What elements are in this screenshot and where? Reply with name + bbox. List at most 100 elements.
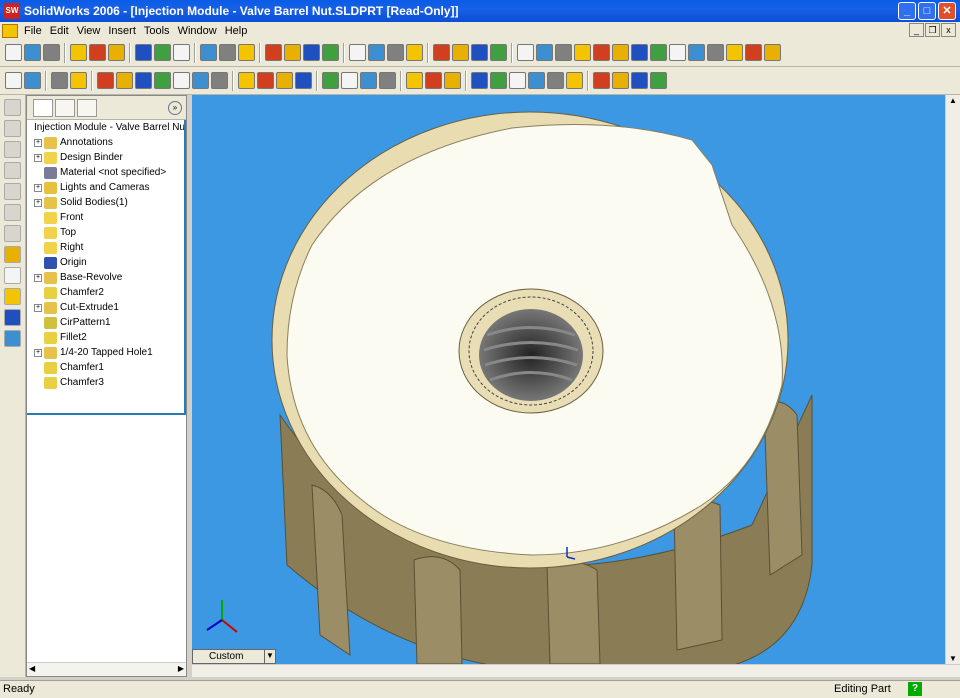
tree-item[interactable]: Front <box>27 210 186 225</box>
property-manager-tab-icon[interactable] <box>55 98 75 117</box>
sweep-icon[interactable] <box>51 72 68 89</box>
tool-icon[interactable] <box>433 44 450 61</box>
graphics-viewport[interactable] <box>192 95 945 664</box>
trim-icon[interactable] <box>4 330 21 347</box>
tool-icon[interactable] <box>650 72 667 89</box>
tool-icon[interactable] <box>631 72 648 89</box>
tool-icon[interactable] <box>688 44 705 61</box>
expand-icon[interactable]: + <box>34 153 42 162</box>
tool-icon[interactable] <box>295 72 312 89</box>
save-icon[interactable] <box>43 44 60 61</box>
tree-item[interactable]: Chamfer2 <box>27 285 186 300</box>
tool-icon[interactable] <box>360 72 377 89</box>
chamfer-icon[interactable] <box>116 72 133 89</box>
tool-icon[interactable] <box>349 44 366 61</box>
app-menu-icon[interactable] <box>2 23 18 38</box>
options-icon[interactable] <box>238 44 255 61</box>
close-button[interactable]: ✕ <box>938 2 956 20</box>
draft-icon[interactable] <box>173 72 190 89</box>
hole-icon[interactable] <box>192 72 209 89</box>
scroll-left-icon[interactable]: ◀ <box>29 664 35 673</box>
scroll-right-icon[interactable]: ▶ <box>178 664 184 673</box>
maximize-button[interactable]: □ <box>918 2 936 20</box>
tree-item[interactable]: + Base-Revolve <box>27 270 186 285</box>
rib-icon[interactable] <box>154 72 171 89</box>
circle-icon[interactable] <box>4 141 21 158</box>
tool-icon[interactable] <box>276 72 293 89</box>
arc-icon[interactable] <box>4 162 21 179</box>
tree-item[interactable]: Material <not specified> <box>27 165 186 180</box>
menu-insert[interactable]: Insert <box>104 25 140 37</box>
tool-icon[interactable] <box>555 44 572 61</box>
point-icon[interactable] <box>4 204 21 221</box>
tree-item[interactable]: Top <box>27 225 186 240</box>
tool-icon[interactable] <box>631 44 648 61</box>
tree-item[interactable]: Chamfer1 <box>27 360 186 375</box>
menu-view[interactable]: View <box>73 25 105 37</box>
tree-item[interactable]: CirPattern1 <box>27 315 186 330</box>
pattern-icon[interactable] <box>211 72 228 89</box>
centerline-icon[interactable] <box>4 225 21 242</box>
expand-icon[interactable]: + <box>34 138 42 147</box>
tool-icon[interactable] <box>303 44 320 61</box>
tool-icon[interactable] <box>566 72 583 89</box>
menu-file[interactable]: File <box>20 25 46 37</box>
tool-icon[interactable] <box>707 44 724 61</box>
print-preview-icon[interactable] <box>89 44 106 61</box>
configuration-manager-tab-icon[interactable] <box>77 98 97 117</box>
tool-icon[interactable] <box>536 44 553 61</box>
tool-icon[interactable] <box>517 44 534 61</box>
tool-icon[interactable] <box>764 44 781 61</box>
extrude-icon[interactable] <box>5 72 22 89</box>
tool-icon[interactable] <box>444 72 461 89</box>
tree-item[interactable]: Chamfer3 <box>27 375 186 390</box>
tree-root[interactable]: Injection Module - Valve Barrel Nut <box>27 120 186 135</box>
tool-icon[interactable] <box>379 72 396 89</box>
tool-icon[interactable] <box>471 72 488 89</box>
tool-icon[interactable] <box>368 44 385 61</box>
open-icon[interactable] <box>24 44 41 61</box>
tree-item[interactable]: + Annotations <box>27 135 186 150</box>
revolve-icon[interactable] <box>24 72 41 89</box>
doc-minimize-button[interactable]: _ <box>909 23 924 37</box>
undo-icon[interactable] <box>135 44 152 61</box>
viewport-vertical-scrollbar[interactable]: ▲ ▼ <box>945 95 960 664</box>
viewport-horizontal-scrollbar[interactable] <box>192 664 960 677</box>
tool-icon[interactable] <box>528 72 545 89</box>
offset-icon[interactable] <box>4 309 21 326</box>
tree-item[interactable]: + Cut-Extrude1 <box>27 300 186 315</box>
tree-item[interactable]: Right <box>27 240 186 255</box>
scroll-up-icon[interactable]: ▲ <box>949 96 957 105</box>
tool-icon[interactable] <box>612 44 629 61</box>
tool-icon[interactable] <box>650 44 667 61</box>
tool-icon[interactable] <box>452 44 469 61</box>
tree-item[interactable]: Origin <box>27 255 186 270</box>
tool-icon[interactable] <box>612 72 629 89</box>
tool-icon[interactable] <box>593 72 610 89</box>
rectangle-icon[interactable] <box>4 120 21 137</box>
menu-help[interactable]: Help <box>221 25 252 37</box>
tree-item[interactable]: Fillet2 <box>27 330 186 345</box>
view-orientation-select[interactable]: Custom ▼ <box>192 649 276 664</box>
loft-icon[interactable] <box>70 72 87 89</box>
tree-item[interactable]: + Solid Bodies(1) <box>27 195 186 210</box>
convert-icon[interactable] <box>4 288 21 305</box>
spline-icon[interactable] <box>4 183 21 200</box>
doc-restore-button[interactable]: ❐ <box>925 23 940 37</box>
expand-icon[interactable]: + <box>34 303 42 312</box>
redo-icon[interactable] <box>154 44 171 61</box>
tool-icon[interactable] <box>669 44 686 61</box>
tool-icon[interactable] <box>387 44 404 61</box>
tool-icon[interactable] <box>490 44 507 61</box>
scroll-down-icon[interactable]: ▼ <box>949 654 957 663</box>
help-icon[interactable]: ? <box>908 682 922 696</box>
minimize-button[interactable]: _ <box>898 2 916 20</box>
expand-icon[interactable]: + <box>34 273 42 282</box>
rebuild-icon[interactable] <box>219 44 236 61</box>
print-icon[interactable] <box>70 44 87 61</box>
tool-icon[interactable] <box>574 44 591 61</box>
tool-icon[interactable] <box>322 72 339 89</box>
tool-icon[interactable] <box>322 44 339 61</box>
menu-edit[interactable]: Edit <box>46 25 73 37</box>
tool-icon[interactable] <box>341 72 358 89</box>
